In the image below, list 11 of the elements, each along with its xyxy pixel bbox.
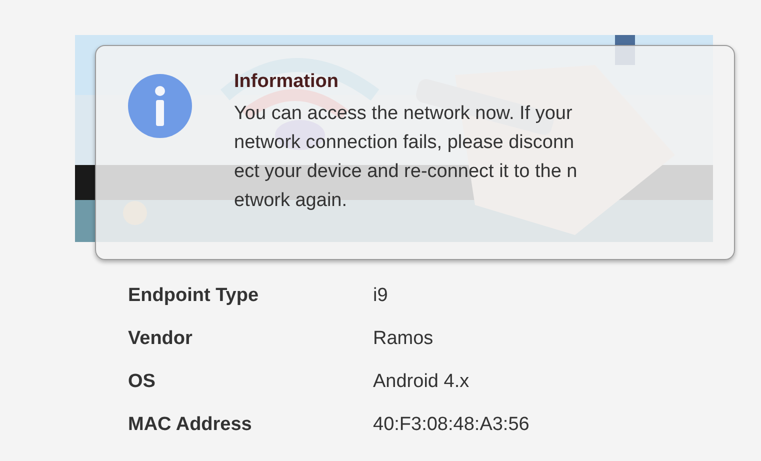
detail-label: Endpoint Type	[128, 284, 260, 308]
detail-label: MAC Address	[128, 413, 253, 437]
detail-value: i9	[373, 284, 388, 308]
detail-value: Android 4.x	[373, 370, 470, 394]
info-icon	[128, 74, 192, 138]
detail-label: Vendor	[128, 327, 194, 351]
detail-value: 40:F3:08:48:A3:56	[373, 413, 530, 437]
dialog-message: You can access the network now. If your network connection fails, please disconn ect your device and re-connect it to the n etwork again.	[234, 102, 578, 213]
detail-value: Ramos	[373, 327, 434, 351]
detail-label: OS	[128, 370, 156, 394]
dialog-title: Information	[234, 71, 340, 93]
